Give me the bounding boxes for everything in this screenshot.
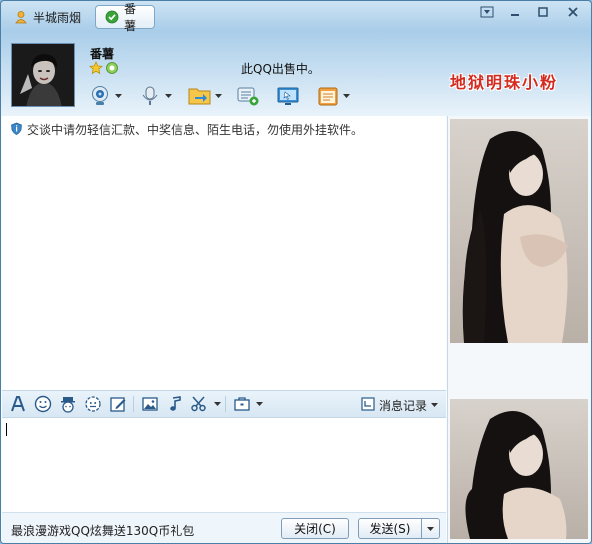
chevron-down-icon[interactable] bbox=[254, 392, 264, 416]
close-window-button[interactable] bbox=[561, 3, 585, 21]
close-button[interactable]: 关闭(C) bbox=[281, 518, 349, 539]
contact-show-photo-2[interactable] bbox=[450, 399, 588, 539]
message-history-button[interactable]: 消息记录 bbox=[361, 391, 438, 419]
contact-show-photo[interactable] bbox=[450, 119, 588, 343]
contact-name: 番薯 bbox=[90, 47, 115, 61]
chevron-down-icon[interactable] bbox=[113, 83, 123, 109]
microphone-icon[interactable] bbox=[137, 83, 163, 109]
message-history-pane[interactable] bbox=[2, 116, 446, 391]
chevron-down-icon bbox=[427, 526, 434, 531]
text-caret bbox=[6, 423, 7, 436]
ad-link[interactable]: 最浪漫游戏QQ炫舞送130Q币礼包 bbox=[11, 522, 194, 539]
tab-label: 半城雨烟 bbox=[33, 10, 82, 25]
title-bar: 半城雨烟 番薯 bbox=[1, 1, 591, 33]
header-toolbar bbox=[87, 81, 351, 111]
qzone-icon[interactable] bbox=[105, 61, 119, 78]
avatar[interactable] bbox=[11, 43, 75, 107]
magic-face-icon[interactable] bbox=[55, 392, 80, 416]
separator bbox=[133, 396, 134, 412]
toolbox-icon[interactable] bbox=[229, 392, 254, 416]
emoji-icon[interactable] bbox=[30, 392, 55, 416]
history-icon bbox=[361, 396, 375, 414]
chevron-down-icon[interactable] bbox=[163, 83, 173, 109]
banner-text: 地狱明珠小粉 bbox=[450, 73, 559, 92]
minimize-button[interactable] bbox=[503, 3, 527, 21]
tab-banchengyuyan[interactable]: 半城雨烟 bbox=[5, 5, 91, 29]
security-notice: 交谈中请勿轻信汇款、中奖信息、陌生电话，勿使用外挂软件。 bbox=[10, 121, 363, 138]
tab-fanshu[interactable]: 番薯 bbox=[95, 2, 155, 33]
format-toolbar: 消息记录 bbox=[2, 390, 446, 418]
chevron-down-icon[interactable] bbox=[341, 83, 351, 109]
send-button[interactable]: 发送(S) bbox=[358, 518, 422, 539]
star-icon bbox=[89, 61, 103, 78]
chevron-down-icon bbox=[431, 403, 438, 407]
user-icon bbox=[14, 10, 28, 24]
chevron-down-icon[interactable] bbox=[213, 83, 223, 109]
sms-icon[interactable] bbox=[235, 83, 261, 109]
separator bbox=[225, 396, 226, 412]
status-message: 此QQ出售中。 bbox=[241, 62, 320, 76]
send-options-button[interactable] bbox=[422, 518, 440, 539]
screenshot-scissors-icon[interactable] bbox=[187, 392, 212, 416]
send-file-icon[interactable] bbox=[187, 83, 213, 109]
apps-icon[interactable] bbox=[315, 83, 341, 109]
music-icon[interactable] bbox=[162, 392, 187, 416]
history-label: 消息记录 bbox=[378, 398, 427, 413]
shake-icon[interactable] bbox=[80, 392, 105, 416]
tab-label: 番薯 bbox=[124, 2, 137, 33]
maximize-button[interactable] bbox=[531, 3, 555, 21]
handwriting-icon[interactable] bbox=[105, 392, 130, 416]
check-icon bbox=[105, 10, 119, 24]
chevron-down-icon[interactable] bbox=[212, 392, 222, 416]
image-icon[interactable] bbox=[137, 392, 162, 416]
webcam-icon[interactable] bbox=[87, 83, 113, 109]
message-input[interactable] bbox=[2, 418, 446, 512]
notice-text: 交谈中请勿轻信汇款、中奖信息、陌生电话，勿使用外挂软件。 bbox=[27, 123, 364, 137]
chat-window: 半城雨烟 番薯 番薯 此QQ出售中。 地狱明珠小粉 交谈中请勿轻信汇款、中奖信息… bbox=[0, 0, 592, 544]
info-shield-icon bbox=[10, 122, 23, 138]
bottom-bar: 最浪漫游戏QQ炫舞送130Q币礼包 关闭(C) 发送(S) bbox=[2, 512, 446, 543]
status-icons bbox=[89, 61, 119, 78]
font-icon[interactable] bbox=[5, 392, 30, 416]
remote-assist-icon[interactable] bbox=[275, 83, 301, 109]
menu-button[interactable] bbox=[475, 3, 499, 21]
